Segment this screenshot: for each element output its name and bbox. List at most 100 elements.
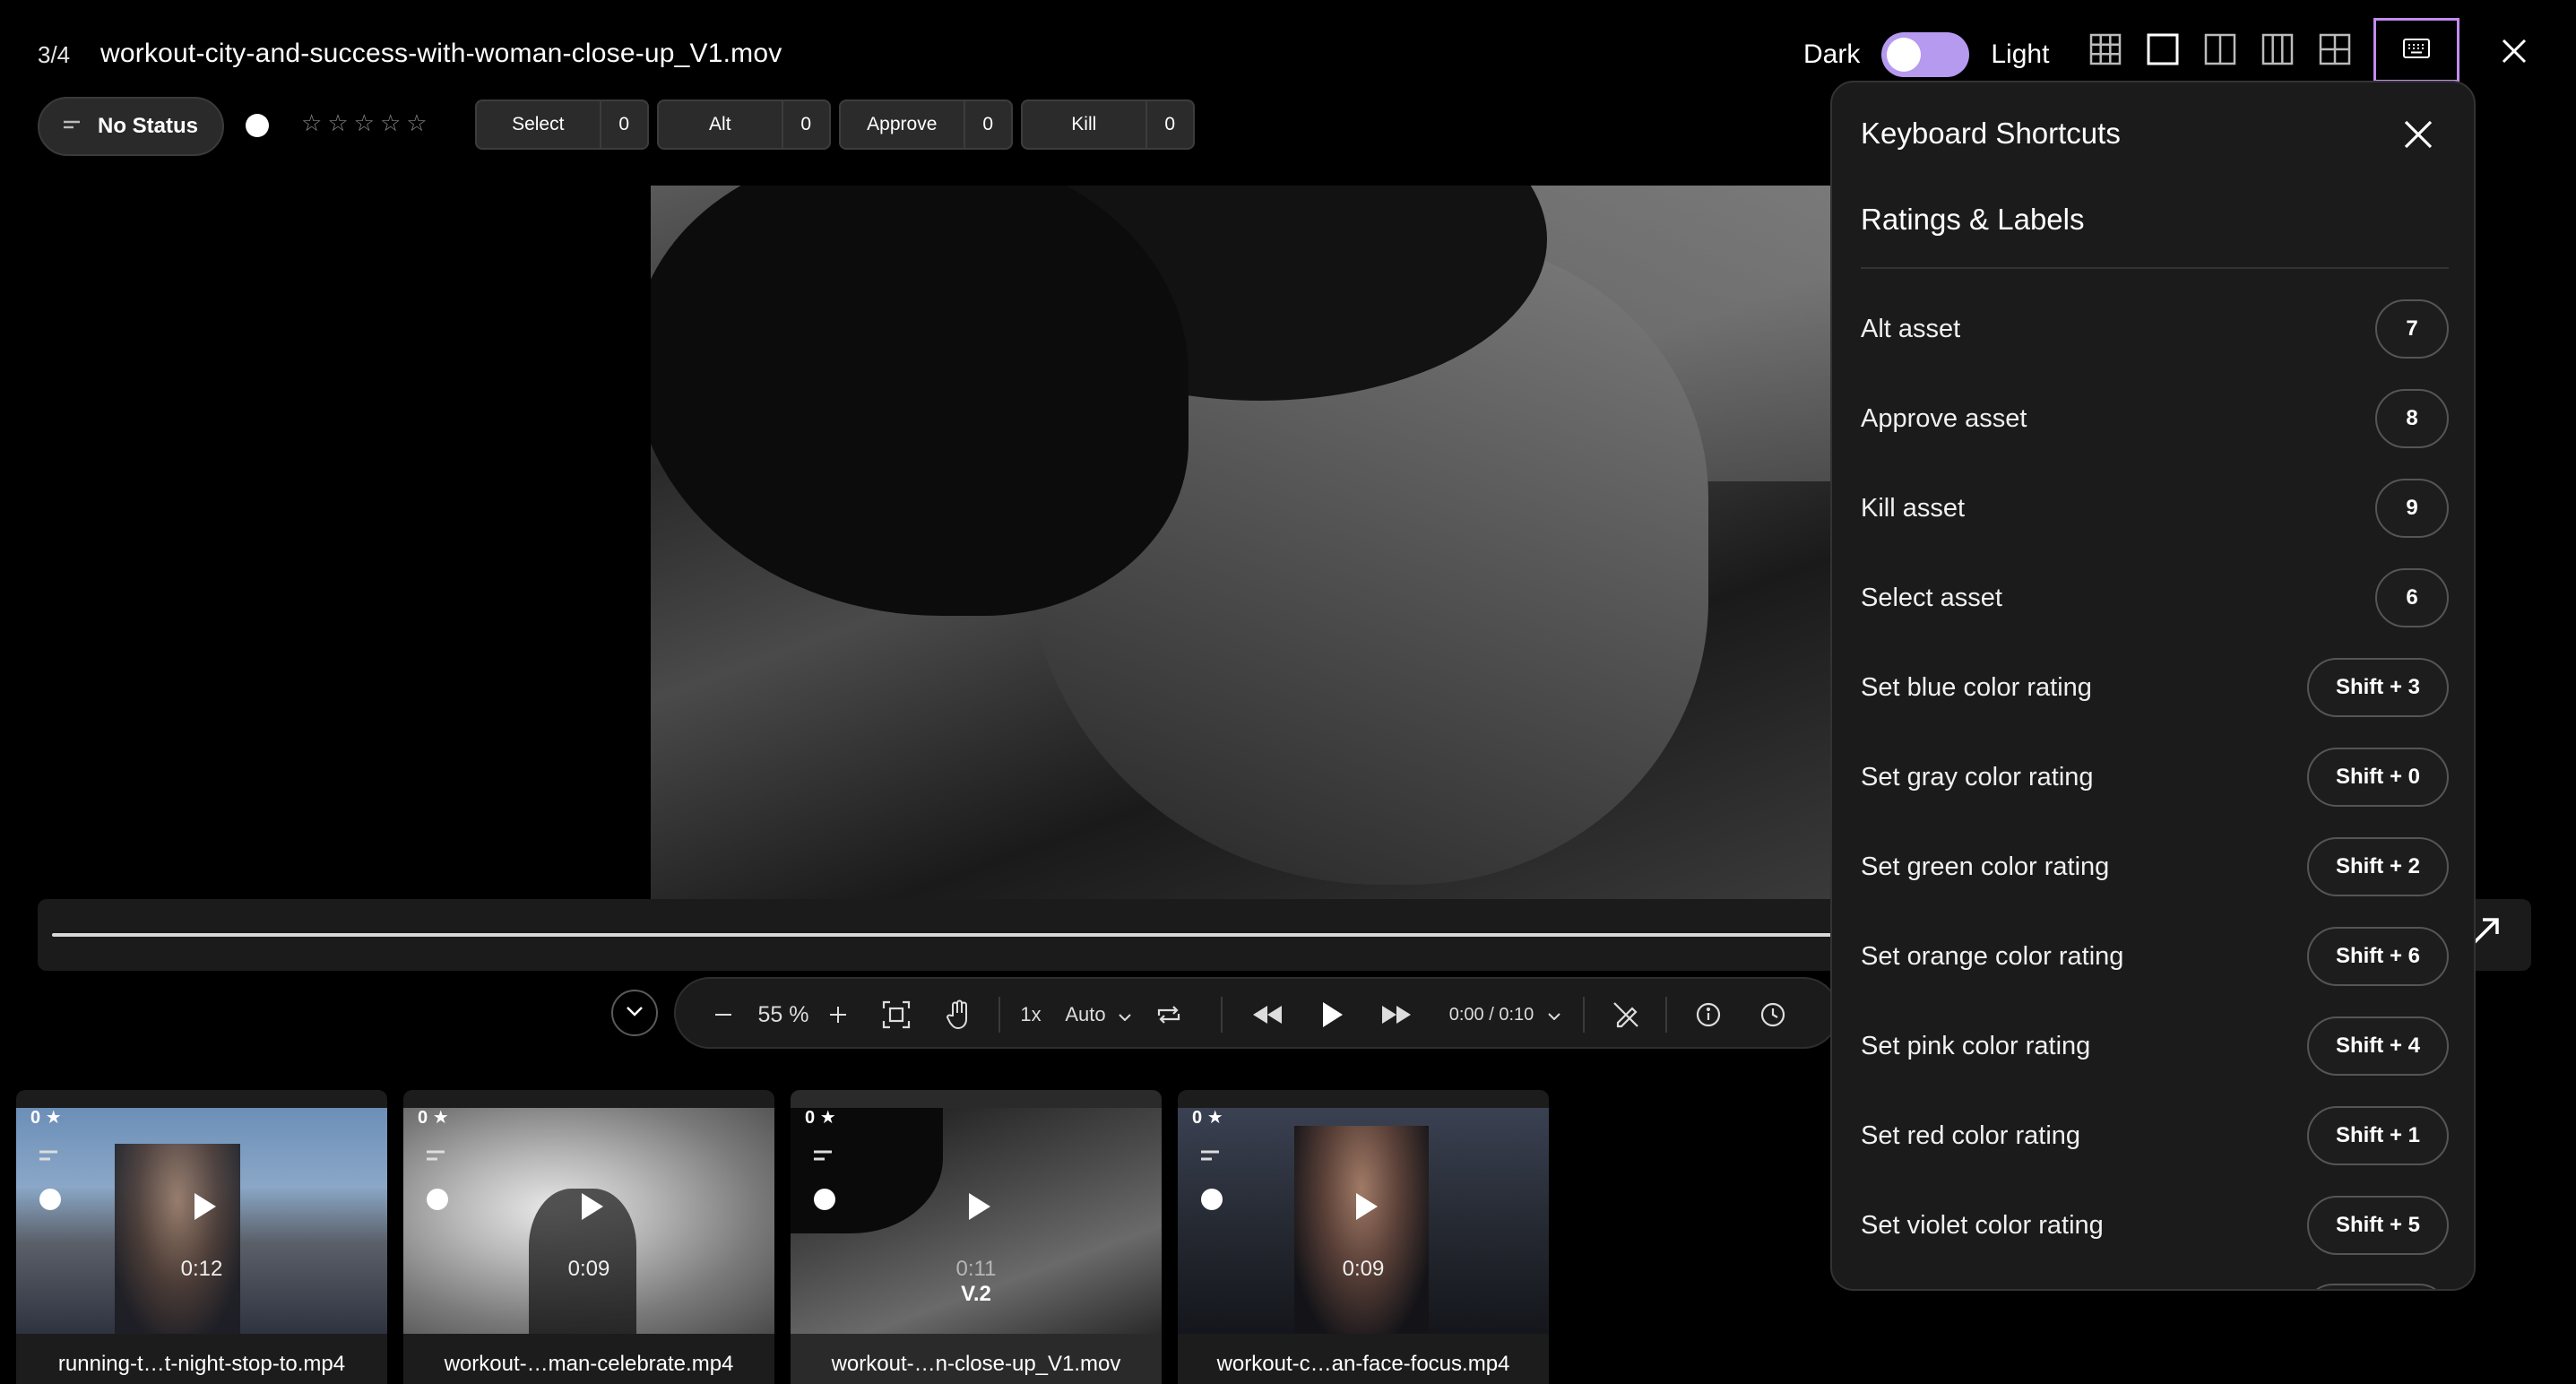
shortcut-row-partial bbox=[1861, 1284, 2449, 1289]
quality-value: Auto bbox=[1065, 1003, 1106, 1025]
close-viewer-icon[interactable] bbox=[2499, 36, 2529, 66]
kill-label-button[interactable]: Kill 0 bbox=[1021, 99, 1195, 150]
status-dropdown[interactable]: No Status bbox=[38, 97, 224, 156]
grid-view-icon[interactable] bbox=[2088, 32, 2122, 66]
panel-title: Keyboard Shortcuts bbox=[1861, 117, 2121, 150]
layout-switcher bbox=[2088, 32, 2352, 66]
quality-select[interactable]: Auto bbox=[1058, 979, 1138, 1051]
approve-label-button[interactable]: Approve 0 bbox=[839, 99, 1013, 150]
collapse-filmstrip-button[interactable] bbox=[611, 990, 658, 1036]
shortcut-label: Alt asset bbox=[1861, 314, 1961, 343]
filmstrip-item-active[interactable]: 0 ★ 0:11 V.2 workout-…n-close-up_V1.mov bbox=[791, 1090, 1162, 1384]
shortcut-label: Kill asset bbox=[1861, 493, 1966, 523]
playback-speed[interactable]: 1x bbox=[1013, 979, 1049, 1051]
status-lines-icon bbox=[1201, 1149, 1221, 1163]
fast-forward-icon[interactable] bbox=[1379, 979, 1414, 1051]
thumb-duration: 0:09 bbox=[567, 1257, 610, 1281]
timeline-track[interactable] bbox=[52, 933, 1845, 937]
shortcut-label: Set violet color rating bbox=[1861, 1210, 2104, 1240]
star-rating[interactable]: ☆ ☆ ☆ ☆ ☆ bbox=[301, 109, 428, 137]
alt-label-button[interactable]: Alt 0 bbox=[657, 99, 831, 150]
color-rating-dot[interactable] bbox=[246, 114, 269, 137]
status-lines-icon bbox=[427, 1149, 446, 1163]
theme-switch: Dark Light bbox=[1803, 32, 2049, 77]
version-badge: V.2 bbox=[961, 1282, 991, 1306]
play-icon[interactable] bbox=[1314, 979, 1350, 1051]
status-label: No Status bbox=[97, 114, 198, 138]
shortcut-label: Set blue color rating bbox=[1861, 672, 2092, 702]
star-icon[interactable]: ☆ bbox=[301, 109, 322, 137]
shortcut-row: Set red color rating Shift + 1 bbox=[1861, 1106, 2449, 1165]
clock-icon[interactable] bbox=[1755, 979, 1791, 1051]
star-icon[interactable]: ☆ bbox=[354, 109, 375, 137]
shortcut-key: 7 bbox=[2375, 299, 2449, 359]
zoom-level[interactable]: 55 % bbox=[748, 979, 819, 1051]
pan-hand-icon[interactable] bbox=[941, 979, 977, 1051]
single-view-icon[interactable] bbox=[2146, 32, 2180, 66]
shortcut-key: Shift + 5 bbox=[2306, 1196, 2449, 1255]
fit-to-screen-icon[interactable] bbox=[878, 979, 914, 1051]
thumb-filename: running-t…t-night-stop-to.mp4 bbox=[57, 1352, 346, 1376]
play-icon[interactable] bbox=[1339, 1180, 1393, 1233]
status-lines-icon bbox=[39, 1149, 59, 1163]
thumb-duration: 0:12 bbox=[180, 1257, 223, 1281]
star-icon: ★ bbox=[819, 1108, 836, 1128]
close-panel-icon[interactable] bbox=[2402, 118, 2434, 151]
star-icon: ★ bbox=[1206, 1108, 1223, 1128]
zoom-out-icon[interactable] bbox=[710, 979, 737, 1051]
play-icon[interactable] bbox=[565, 1180, 618, 1233]
rewind-icon[interactable] bbox=[1249, 979, 1285, 1051]
time-display[interactable]: 0:00 / 0:10 bbox=[1438, 979, 1572, 1051]
chevron-down-icon bbox=[1118, 1003, 1131, 1026]
star-icon[interactable]: ☆ bbox=[327, 109, 348, 137]
label-count: 0 bbox=[618, 114, 630, 134]
quad-view-icon[interactable] bbox=[2318, 32, 2352, 66]
shortcut-row: Set pink color rating Shift + 4 bbox=[1861, 1016, 2449, 1076]
shortcut-row: Set blue color rating Shift + 3 bbox=[1861, 658, 2449, 717]
thumb-rating: 0 ★ bbox=[805, 1108, 836, 1128]
shortcut-label: Select asset bbox=[1861, 583, 2002, 612]
asset-counter: 3/4 bbox=[38, 41, 71, 68]
zoom-in-icon[interactable] bbox=[825, 979, 851, 1051]
thumb-filename: workout-c…an-face-focus.mp4 bbox=[1216, 1352, 1510, 1376]
play-icon[interactable] bbox=[952, 1180, 1006, 1233]
shortcut-key: Shift + 2 bbox=[2306, 837, 2449, 896]
chevron-down-icon bbox=[1548, 1005, 1560, 1025]
shortcut-label: Approve asset bbox=[1861, 403, 2027, 433]
shortcut-label: Set gray color rating bbox=[1861, 762, 2094, 791]
theme-dark-label: Dark bbox=[1803, 39, 1861, 69]
label-name: Select bbox=[477, 101, 601, 148]
play-icon[interactable] bbox=[177, 1180, 231, 1233]
thumb-rating: 0 ★ bbox=[1192, 1108, 1223, 1128]
shortcut-key: 9 bbox=[2375, 479, 2449, 538]
shortcut-key: Shift + 3 bbox=[2306, 658, 2449, 717]
star-icon: ★ bbox=[45, 1108, 62, 1128]
star-icon: ★ bbox=[432, 1108, 449, 1128]
thumb-rating: 0 ★ bbox=[418, 1108, 449, 1128]
annotate-pen-icon[interactable] bbox=[1608, 979, 1644, 1051]
label-count: 0 bbox=[800, 114, 812, 134]
shortcut-label: Set pink color rating bbox=[1861, 1031, 2091, 1060]
three-column-view-icon[interactable] bbox=[2260, 32, 2295, 66]
shortcut-row: Kill asset 9 bbox=[1861, 479, 2449, 538]
star-icon[interactable]: ☆ bbox=[406, 109, 427, 137]
color-rating-dot bbox=[814, 1189, 835, 1210]
color-rating-dot bbox=[427, 1189, 448, 1210]
theme-toggle[interactable] bbox=[1881, 32, 1970, 77]
label-name: Approve bbox=[841, 101, 965, 148]
video-preview[interactable] bbox=[651, 186, 1834, 899]
keyboard-icon bbox=[2403, 38, 2430, 63]
select-label-button[interactable]: Select 0 bbox=[475, 99, 649, 150]
filmstrip-item[interactable]: 0 ★ 0:09 workout-…man-celebrate.mp4 bbox=[403, 1090, 774, 1384]
keyboard-shortcuts-button[interactable] bbox=[2373, 18, 2459, 82]
color-rating-dot bbox=[39, 1189, 61, 1210]
shortcut-row: Set green color rating Shift + 2 bbox=[1861, 837, 2449, 896]
filmstrip-item[interactable]: 0 ★ 0:12 running-t…t-night-stop-to.mp4 bbox=[16, 1090, 387, 1384]
star-icon[interactable]: ☆ bbox=[380, 109, 401, 137]
loop-icon[interactable] bbox=[1151, 979, 1187, 1051]
keyboard-shortcuts-panel: Keyboard Shortcuts Ratings & Labels Alt … bbox=[1830, 81, 2476, 1291]
status-lines-icon bbox=[63, 114, 82, 139]
split-view-icon[interactable] bbox=[2203, 32, 2237, 66]
info-icon[interactable] bbox=[1690, 979, 1726, 1051]
filmstrip-item[interactable]: 0 ★ 0:09 workout-c…an-face-focus.mp4 bbox=[1178, 1090, 1549, 1384]
